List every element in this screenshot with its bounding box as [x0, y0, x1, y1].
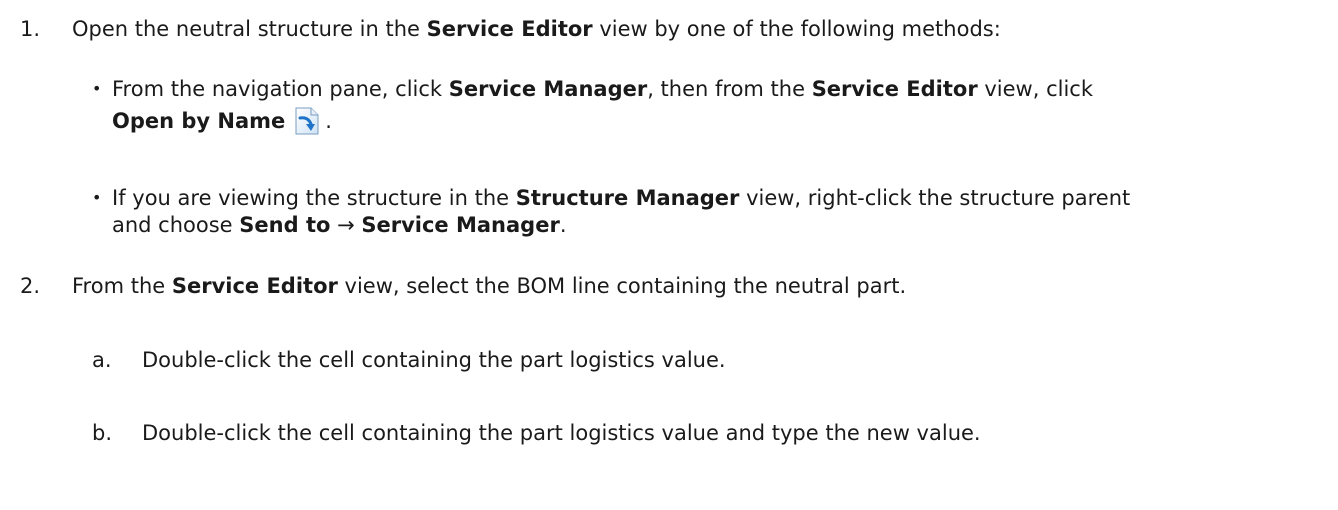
step-2-text: From the Service Editor view, select the… — [72, 274, 907, 298]
substep-b-text: Double-click the cell containing the par… — [142, 421, 981, 445]
open-by-name-icon — [291, 106, 325, 136]
step-number: 1. — [20, 17, 41, 41]
step-1-text: Open the neutral structure in the Servic… — [72, 17, 1001, 41]
substep-label: b. — [92, 421, 113, 445]
bullet-2-line-2: and choose Send to → Service Manager. — [112, 213, 567, 237]
bullet-2-line-1: If you are viewing the structure in the … — [112, 186, 1131, 210]
bullet-1-line-1: From the navigation pane, click Service … — [112, 77, 1094, 101]
bullet-marker: • — [92, 188, 102, 207]
bullet-1-line-2: Open by Name . — [112, 106, 332, 136]
substep-label: a. — [92, 348, 112, 372]
step-number: 2. — [20, 274, 41, 298]
bullet-marker: • — [92, 79, 102, 98]
substep-a-text: Double-click the cell containing the par… — [142, 348, 726, 372]
procedure-document: 1. Open the neutral structure in the Ser… — [0, 0, 1338, 510]
